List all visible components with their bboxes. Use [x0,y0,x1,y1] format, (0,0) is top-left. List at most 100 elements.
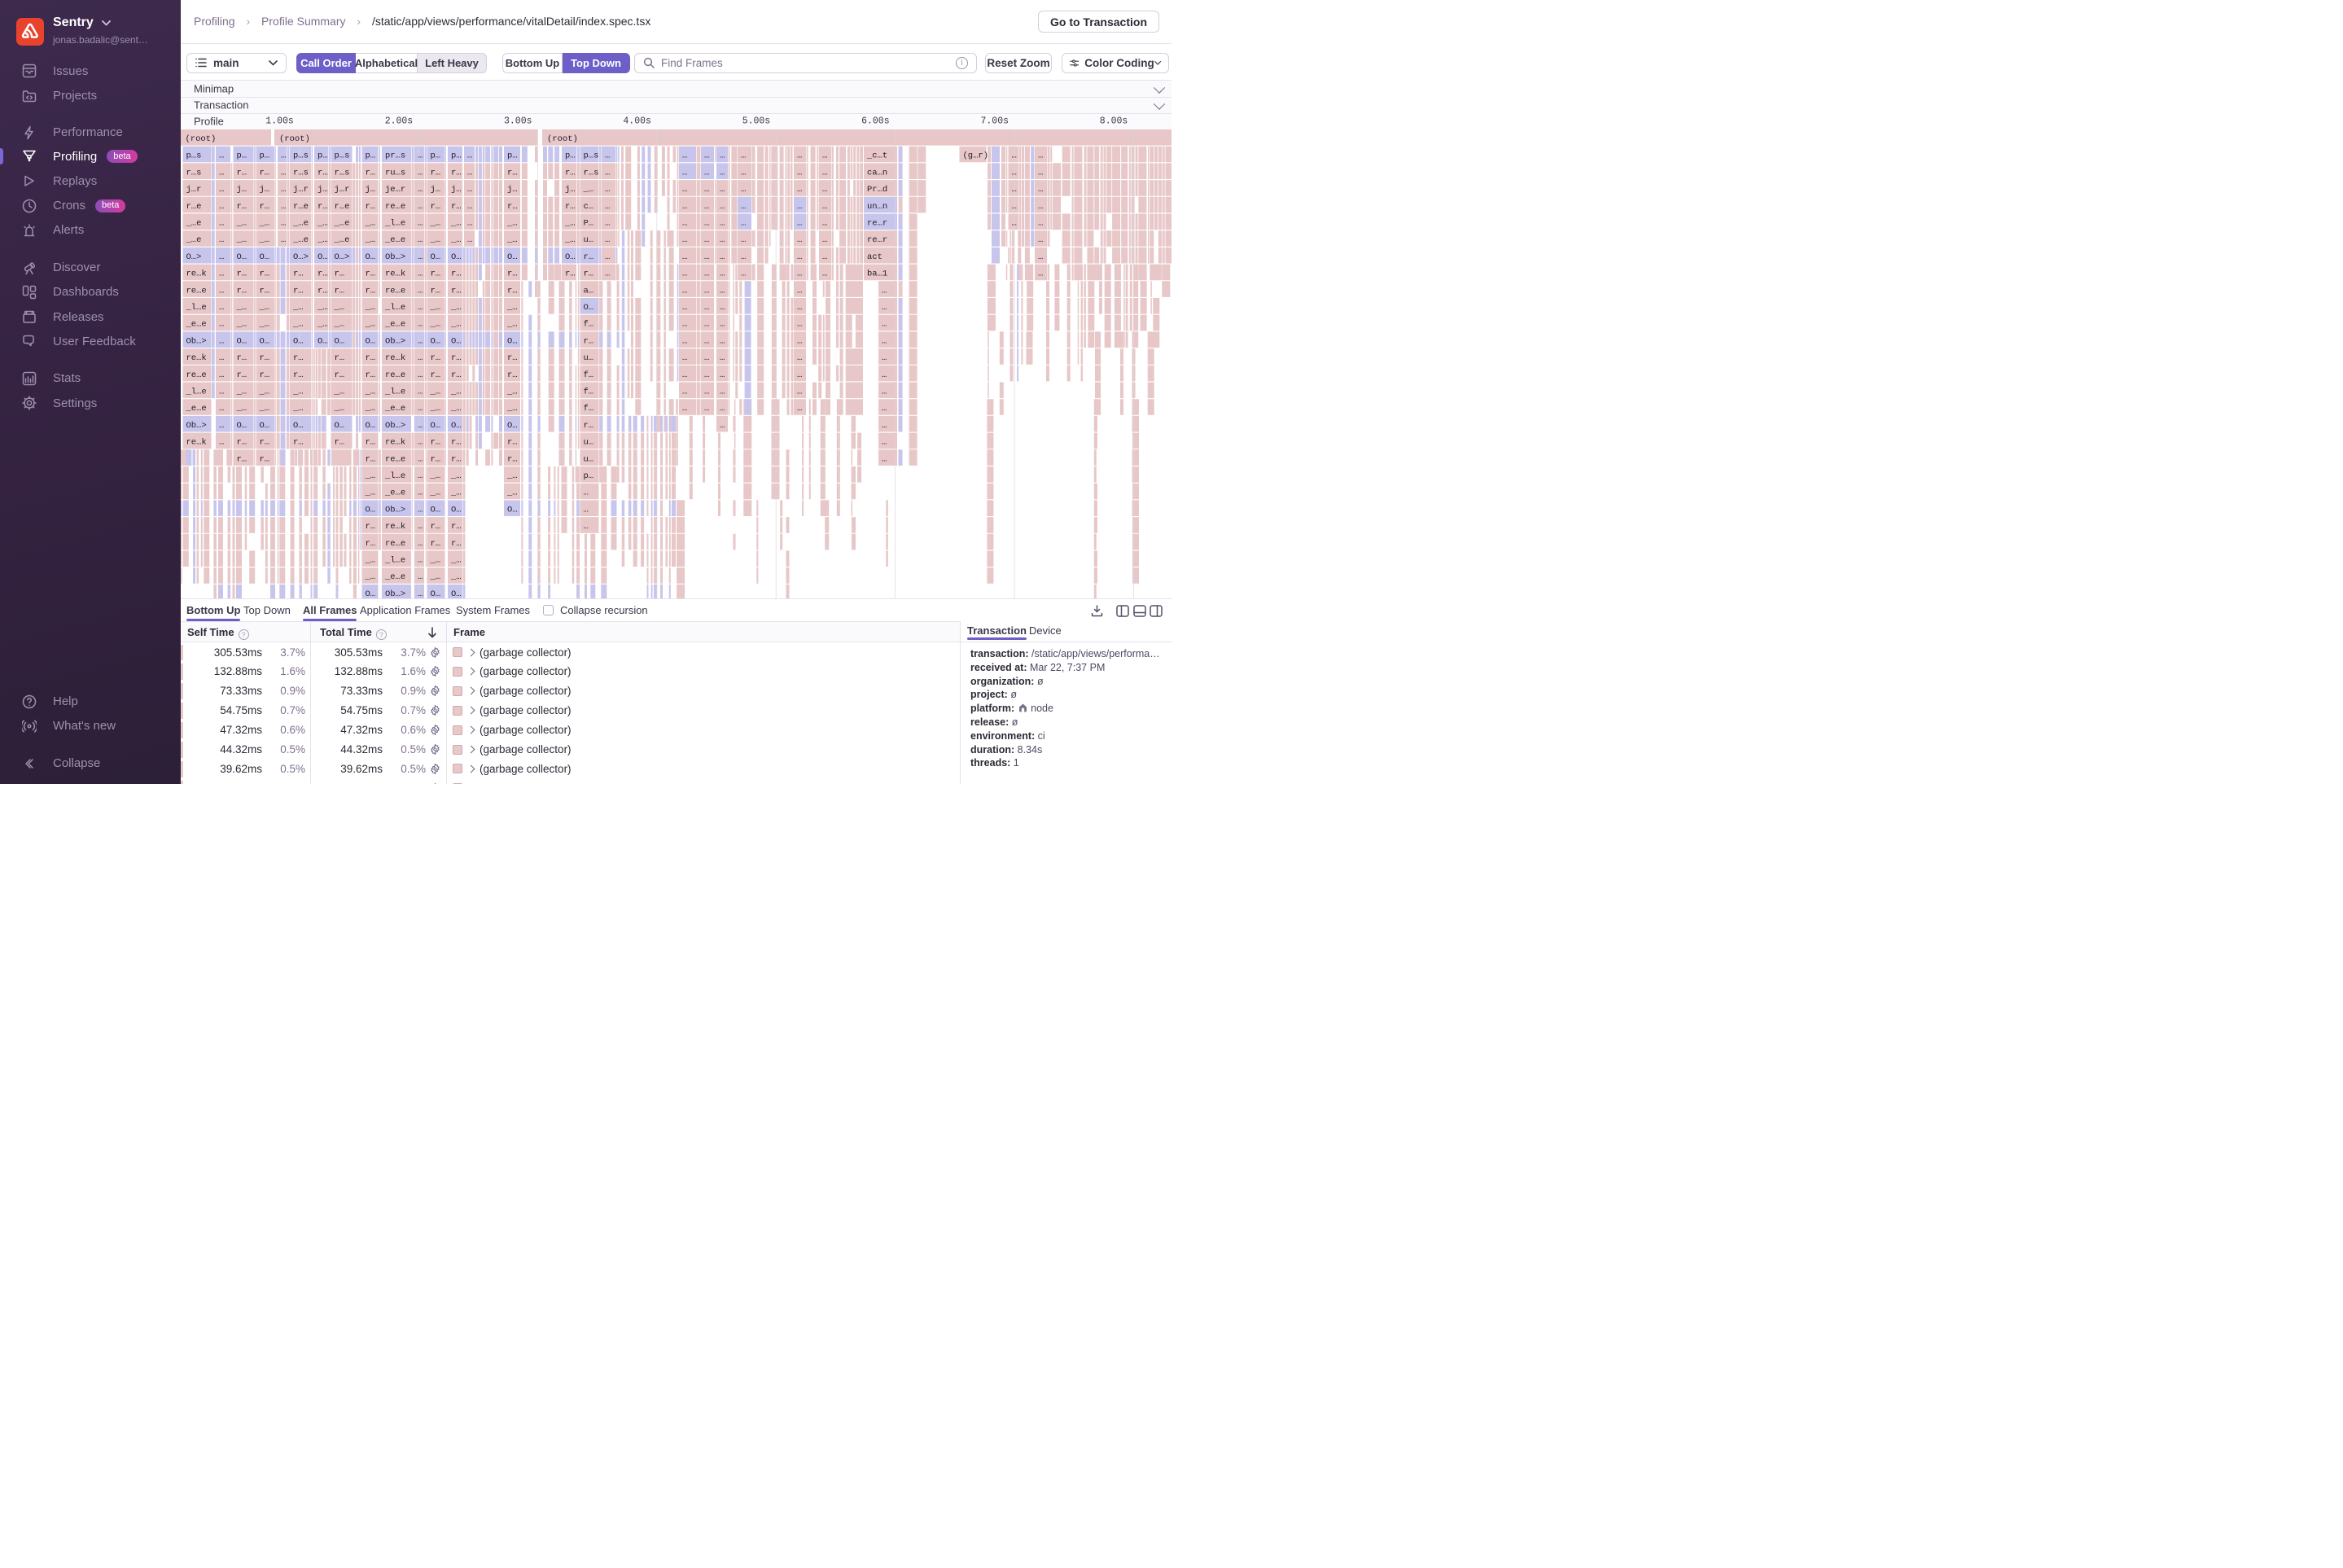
svg-text:_…: _… [430,471,441,481]
svg-text:…: … [882,454,887,464]
svg-text:…: … [704,201,709,211]
svg-text:…: … [797,218,802,228]
svg-text:…: … [281,168,286,177]
svg-text:_…: _… [365,404,376,414]
svg-text:…: … [467,185,472,195]
svg-text:r…: r… [451,370,462,379]
svg-text:r…: r… [584,420,594,430]
svg-text:Ob…>: Ob…> [385,420,405,430]
svg-text:r…: r… [366,370,376,379]
svg-text:r…: r… [260,286,270,296]
svg-text:…: … [797,235,802,245]
svg-text:O…: O… [431,336,441,346]
svg-text:…: … [822,151,827,160]
svg-text:…: … [797,201,802,211]
svg-text:r…: r… [431,168,441,177]
svg-text:p…: p… [565,151,576,160]
svg-text:_…: _… [506,488,518,497]
svg-text:…: … [1012,168,1017,177]
svg-text:…: … [720,269,725,278]
svg-text:_…: _… [317,303,328,313]
svg-text:r…: r… [507,353,518,363]
svg-text:O…: O… [451,420,462,430]
svg-text:…: … [704,303,709,313]
svg-text:_…: _… [430,404,441,414]
svg-text:_…: _… [450,404,462,414]
svg-text:O…: O… [431,589,441,598]
svg-text:act: act [867,252,882,261]
svg-text:O…: O… [366,589,376,598]
svg-text:O…: O… [584,303,594,313]
svg-text:r…: r… [260,201,270,211]
svg-text:…: … [682,218,687,228]
svg-text:r…: r… [237,437,247,447]
svg-text:_…: _… [236,303,247,313]
svg-text:r…: r… [237,201,247,211]
svg-text:_…: _… [506,303,518,313]
svg-text:_e…e: _e…e [186,319,207,329]
svg-text:…: … [682,185,687,195]
svg-text:…: … [418,252,423,261]
svg-text:…: … [682,387,687,396]
svg-text:_l…e: _l…e [384,471,405,481]
svg-text:_…: _… [259,387,270,396]
svg-text:re…e: re…e [385,370,405,379]
svg-text:…: … [741,168,746,177]
svg-text:O…: O… [507,420,518,430]
svg-text:j…r: j…r [335,185,350,195]
svg-text:r…: r… [293,370,304,379]
svg-text:…: … [418,151,423,160]
svg-text:r…: r… [366,286,376,296]
svg-text:j…: j… [318,185,328,195]
svg-text:…: … [467,168,472,177]
svg-text:…: … [704,235,709,245]
svg-text:ca…n: ca…n [867,168,887,177]
svg-text:p…: p… [260,151,270,160]
svg-text:r…: r… [431,437,441,447]
svg-text:…: … [704,252,709,261]
svg-text:u…: u… [584,437,594,447]
svg-text:re…e: re…e [385,538,405,548]
svg-text:_…: _… [292,303,304,313]
svg-text:…: … [281,151,286,160]
svg-text:r…: r… [318,286,328,296]
svg-text:r…: r… [366,454,376,464]
svg-text:O…>: O…> [293,252,309,261]
svg-text:_…: _… [365,303,376,313]
svg-text:r…: r… [507,437,518,447]
svg-text:_…: _… [506,404,518,414]
svg-text:r…: r… [318,168,328,177]
svg-text:…: … [822,168,827,177]
svg-text:…: … [720,420,725,430]
svg-text:r…: r… [451,201,462,211]
svg-text:p…: p… [584,471,594,481]
svg-text:…: … [1012,185,1017,195]
svg-text:Ob…>: Ob…> [385,252,405,261]
svg-text:…: … [704,218,709,228]
svg-text:r…: r… [335,437,345,447]
svg-text:O…: O… [507,336,518,346]
svg-text:…: … [682,336,687,346]
svg-text:r…: r… [451,437,462,447]
svg-text:r…: r… [431,454,441,464]
svg-text:p…: p… [237,151,247,160]
svg-text:…: … [797,151,802,160]
svg-text:O…: O… [335,420,345,430]
svg-text:pr…s: pr…s [385,151,405,160]
svg-text:_…: _… [450,303,462,313]
svg-text:…: … [797,286,802,296]
svg-text:re…k: re…k [385,437,405,447]
svg-text:_e…e: _e…e [384,235,405,245]
svg-text:O…: O… [237,252,247,261]
svg-text:p…s: p…s [293,151,309,160]
svg-text:…: … [605,218,610,228]
svg-text:_…: _… [365,235,376,245]
svg-text:…: … [720,353,725,363]
svg-text:…: … [822,185,827,195]
svg-text:f…: f… [584,370,594,379]
svg-text:r…: r… [318,269,328,278]
svg-text:…: … [822,218,827,228]
svg-text:…: … [219,437,224,447]
svg-text:_…: _… [450,319,462,329]
svg-text:…: … [682,353,687,363]
